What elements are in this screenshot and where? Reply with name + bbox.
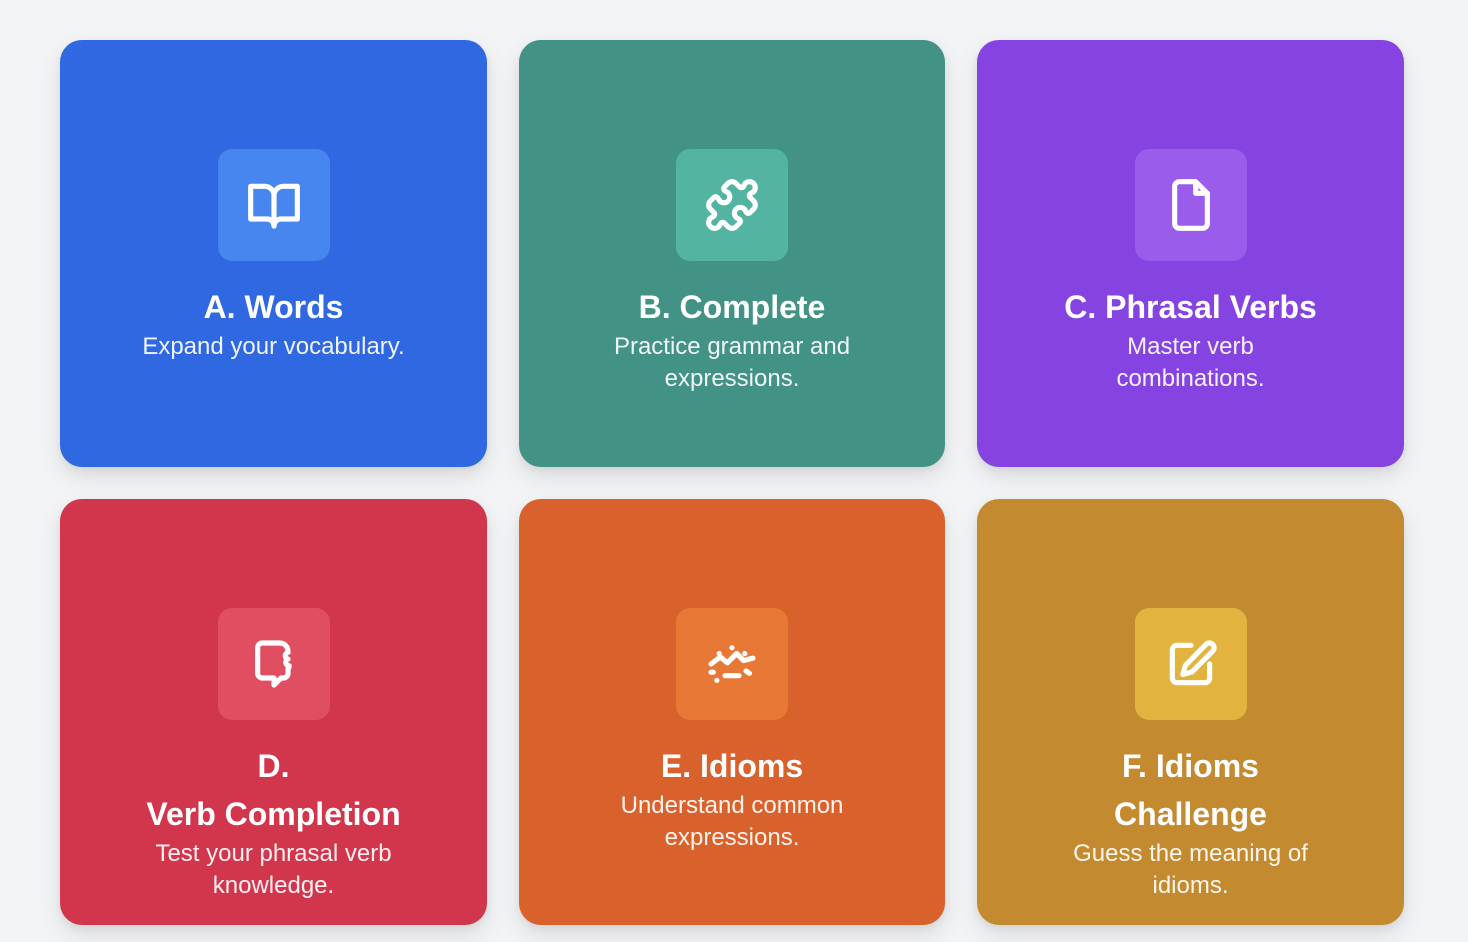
card-complete[interactable]: B. Complete Practice grammar and express… [519,40,945,467]
card-phrasal-verbs[interactable]: C. Phrasal Verbs Master verb combination… [977,40,1404,467]
card-description-line: knowledge. [212,872,335,899]
card-description-line: Master verb [1127,333,1254,360]
card-description: Guess the meaning of idioms. [1073,838,1308,902]
card-idioms-challenge[interactable]: F. Idioms Challenge Guess the meaning of… [977,499,1404,925]
card-idioms[interactable]: E. Idioms Understand common expressions. [519,499,945,925]
card-description-line: Guess the meaning of [1073,840,1308,867]
card-title: A. Words [204,283,344,331]
card-title-line: E. Idioms [660,748,804,784]
card-title-line: C. Phrasal Verbs [1064,289,1317,325]
puzzle-icon [706,179,758,231]
card-words[interactable]: A. Words Expand your vocabulary. [60,40,487,467]
message-bubble-icon [254,640,292,688]
category-grid: A. Words Expand your vocabulary. B. Comp… [60,40,1404,925]
card-description-line: Understand common [620,792,844,819]
card-description-line: expressions. [664,365,800,392]
card-title: D. Verb Completion [146,742,400,838]
sunrise-icon [708,645,756,683]
card-description: Understand common expressions. [621,790,844,854]
card-description-line: Expand your vocabulary. [142,333,405,360]
card-title: F. Idioms Challenge [1114,742,1267,838]
card-icon-box [1134,149,1247,261]
card-title-line: D. [257,748,290,784]
card-description: Master verb combinations. [1116,331,1264,395]
card-title-line: Verb Completion [146,796,401,832]
card-description: Expand your vocabulary. [142,331,404,363]
book-open-icon [247,183,300,229]
card-description-line: Practice grammar and [613,333,851,360]
card-icon-box [217,149,330,261]
card-title: B. Complete [639,283,826,331]
card-title-line: F. Idioms [1122,748,1259,784]
edit-square-icon [1169,640,1217,686]
card-description-line: idioms. [1152,872,1229,899]
card-icon-box [217,608,330,720]
card-icon-box [676,608,788,720]
card-icon-box [676,149,788,261]
card-title-line: A. Words [203,289,344,325]
card-title-line: Challenge [1114,796,1267,832]
card-title: E. Idioms [661,742,803,790]
card-description-line: Test your phrasal verb [155,840,392,867]
file-icon [1171,179,1210,231]
card-description: Practice grammar and expressions. [614,331,850,395]
card-description: Test your phrasal verb knowledge. [155,838,391,902]
card-title-line: B. Complete [638,289,826,325]
card-verb-completion[interactable]: D. Verb Completion Test your phrasal ver… [60,499,487,925]
card-description-line: expressions. [664,824,800,851]
card-icon-box [1134,608,1247,720]
card-title: C. Phrasal Verbs [1064,283,1317,331]
card-description-line: combinations. [1116,365,1265,392]
